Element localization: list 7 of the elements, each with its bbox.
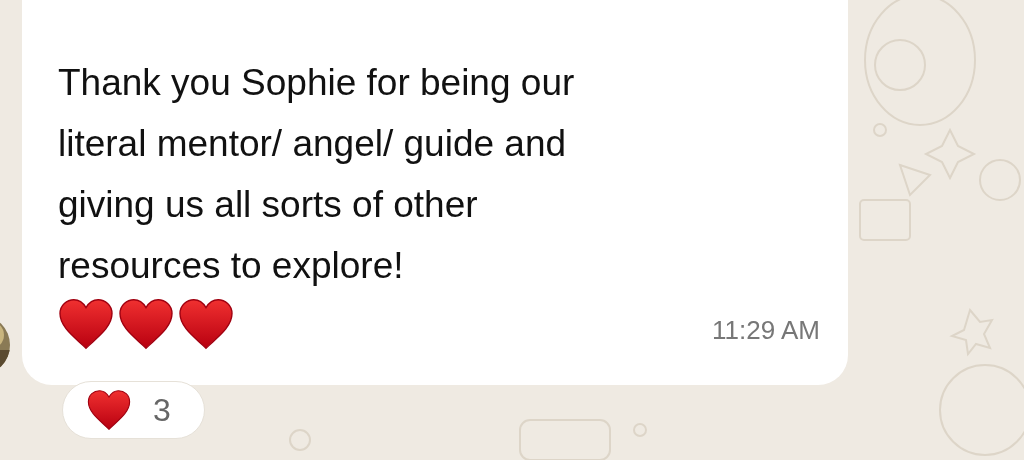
reaction-pill[interactable]: 3: [62, 381, 205, 439]
heart-icon: [118, 298, 174, 350]
heart-icon: [58, 298, 114, 350]
message-time: 11:29 AM: [712, 315, 820, 346]
heart-icon: [87, 389, 131, 431]
message-text: Thank you Sophie for being our literal mentor/ angel/ guide and giving us all sorts of other resources to explore!: [58, 61, 576, 288]
heart-icon: [178, 298, 234, 350]
